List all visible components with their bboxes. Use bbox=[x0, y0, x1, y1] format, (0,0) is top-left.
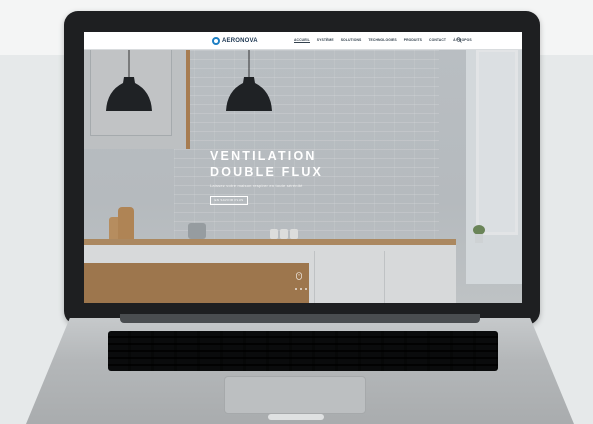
main-nav: ACCUEIL SYSTÈME SOLUTIONS TECHNOLOGIES P… bbox=[294, 38, 472, 43]
nav-item-accueil[interactable]: ACCUEIL bbox=[294, 38, 310, 43]
laptop-trackpad bbox=[224, 376, 366, 414]
laptop-screen: VENTILATION DOUBLE FLUX Laissez votre ma… bbox=[84, 32, 522, 303]
site-header: AERONOVA ACCUEIL SYSTÈME SOLUTIONS TECHN… bbox=[84, 32, 522, 50]
hero-title-line1: VENTILATION bbox=[210, 149, 317, 163]
nav-item-technologies[interactable]: TECHNOLOGIES bbox=[368, 38, 396, 43]
scroll-mouse-icon bbox=[296, 272, 302, 280]
logo-icon bbox=[212, 36, 220, 45]
hero-title: VENTILATION DOUBLE FLUX bbox=[210, 148, 323, 180]
hero-title-line2: DOUBLE FLUX bbox=[210, 165, 324, 179]
nav-item-systeme[interactable]: SYSTÈME bbox=[317, 38, 334, 43]
search-icon[interactable] bbox=[456, 37, 462, 43]
laptop-keyboard bbox=[108, 331, 498, 371]
site-logo[interactable]: AERONOVA bbox=[212, 36, 258, 45]
hero-section: VENTILATION DOUBLE FLUX Laissez votre ma… bbox=[84, 49, 522, 303]
slider-dot[interactable] bbox=[295, 288, 297, 290]
laptop-front-notch bbox=[268, 414, 324, 420]
nav-item-contact[interactable]: CONTACT bbox=[429, 38, 446, 43]
logo-text: AERONOVA bbox=[222, 37, 258, 44]
hero-subtitle: Laissez votre maison respirer en toute s… bbox=[210, 183, 303, 188]
nav-item-produits[interactable]: PRODUITS bbox=[404, 38, 422, 43]
laptop-hinge bbox=[120, 314, 480, 323]
learn-more-button[interactable]: EN SAVOIR PLUS bbox=[210, 196, 248, 205]
nav-item-solutions[interactable]: SOLUTIONS bbox=[341, 38, 362, 43]
slider-dot[interactable] bbox=[300, 288, 302, 290]
slider-dot[interactable] bbox=[305, 288, 307, 290]
slider-dots bbox=[295, 288, 307, 290]
